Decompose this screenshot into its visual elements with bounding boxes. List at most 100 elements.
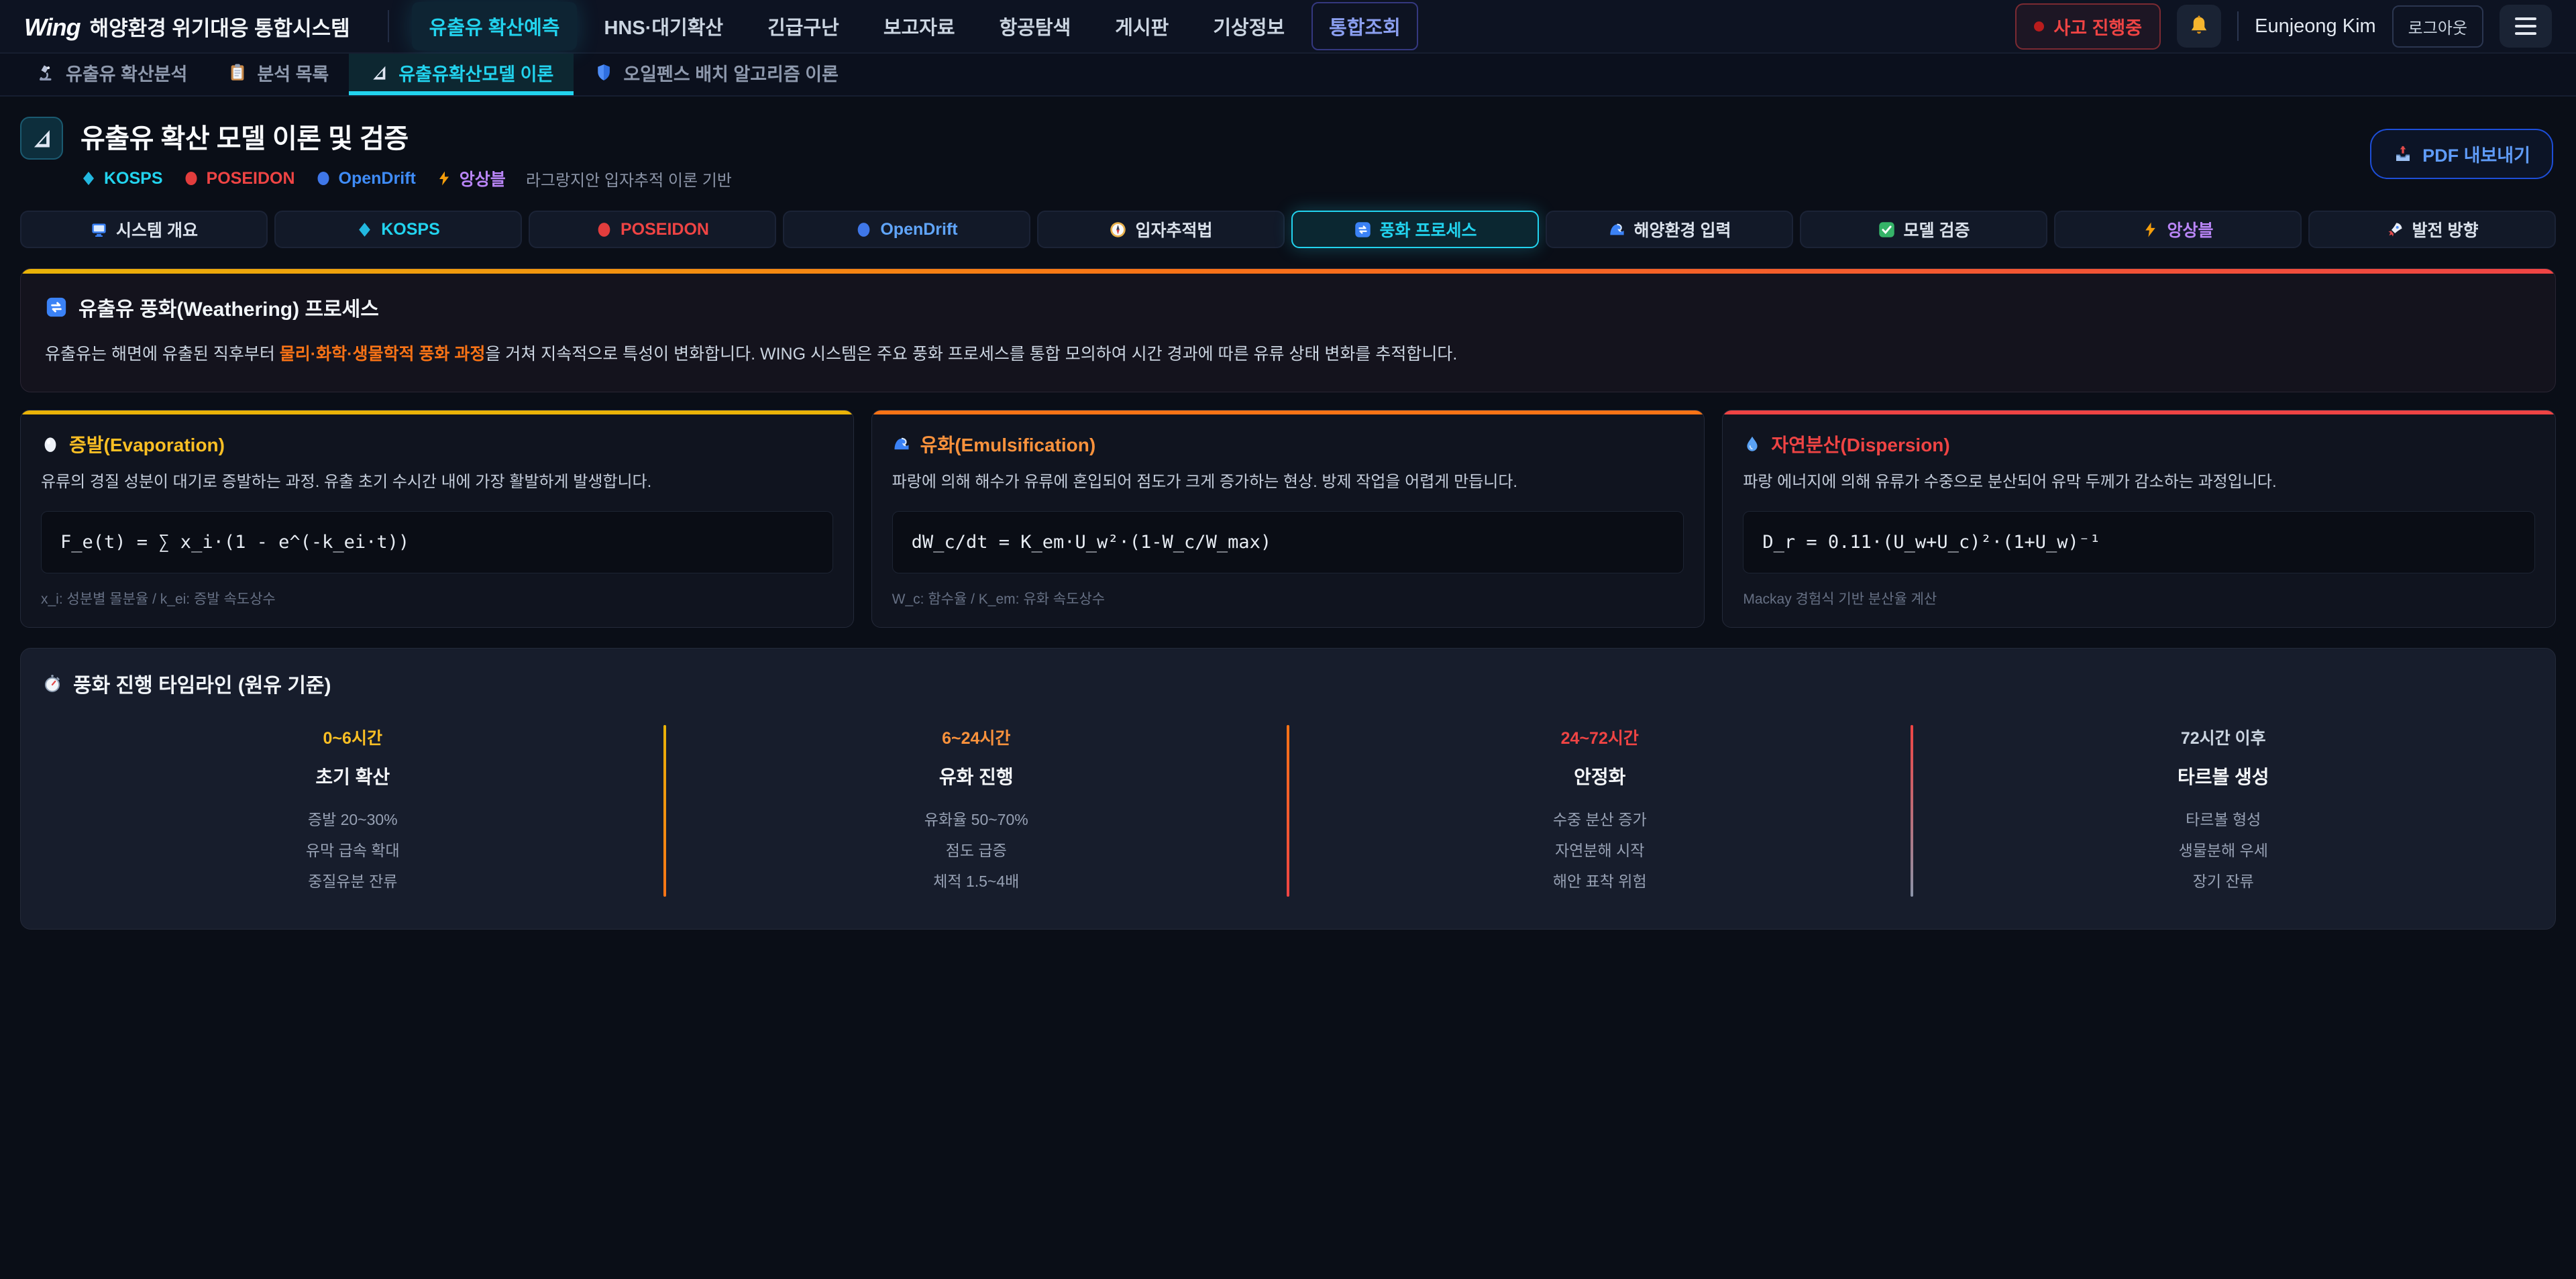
section-pill-marine-env-input[interactable]: 해양환경 입력	[1546, 211, 1793, 248]
bell-icon	[2187, 14, 2211, 38]
main-content: 유출유 확산 모델 이론 및 검증 KOSPS POSEIDON OpenDri…	[0, 97, 2576, 930]
user-name: Eunjeong Kim	[2255, 15, 2376, 38]
triangle-ruler-icon	[29, 125, 54, 151]
repeat-icon	[1354, 221, 1372, 239]
timeline-stage-tarball: 72시간 이후 타르볼 생성 타르볼 형성 생물분해 우세 장기 잔류	[1913, 725, 2534, 897]
stage-items: 수중 분산 증가 자연분해 시작 해안 표착 위험	[1289, 804, 1911, 897]
timeline-stage-stabilization: 24~72시간 안정화 수중 분산 증가 자연분해 시작 해안 표착 위험	[1289, 725, 1911, 897]
dispersion-note: Mackay 경험식 기반 분산율 계산	[1743, 588, 2535, 608]
weathering-section: 유출유 풍화(Weathering) 프로세스 유출유는 해면에 유출된 직후부…	[20, 268, 2556, 392]
nav-oil-spill-forecast[interactable]: 유출유 확산예측	[412, 2, 578, 50]
stage-items: 유화율 50~70% 점도 급증 체적 1.5~4배	[666, 804, 1287, 897]
emulsification-card: 유화(Emulsification) 파랑에 의해 해수가 유류에 혼입되어 점…	[871, 410, 1705, 628]
section-pill-ensemble[interactable]: 앙상블	[2054, 211, 2302, 248]
stage-time: 24~72시간	[1289, 725, 1911, 749]
pdf-export-button[interactable]: PDF 내보내기	[2370, 129, 2553, 179]
egg-icon	[41, 435, 60, 453]
evaporation-formula: F_e(t) = ∑ x_i·(1 - e^(-k_ei·t))	[41, 511, 833, 573]
evaporation-card-title: 증발(Evaporation)	[41, 431, 833, 457]
incident-dot-icon	[2034, 21, 2044, 32]
diamond-icon	[356, 221, 373, 238]
tab-oil-fence-algorithm-theory[interactable]: 오일펜스 배치 알고리즘 이론	[574, 54, 859, 95]
highlighted-phrase: 물리·화학·생물학적 풍화 과정	[280, 345, 486, 364]
section-pill-system-overview[interactable]: 시스템 개요	[20, 211, 268, 248]
emulsification-note: W_c: 함수율 / K_em: 유화 속도상수	[892, 588, 1684, 608]
section-pill-future-direction[interactable]: 발전 방향	[2308, 211, 2556, 248]
tab-label: 유출유 확산분석	[66, 60, 187, 86]
stage-time: 6~24시간	[666, 725, 1287, 749]
emulsification-card-title: 유화(Emulsification)	[892, 431, 1684, 457]
export-tray-icon	[2393, 144, 2413, 164]
kosps-badge: KOSPS	[80, 169, 163, 188]
diamond-icon	[80, 170, 97, 186]
app-title: 해양환경 위기대응 통합시스템	[90, 11, 350, 42]
stage-items: 타르볼 형성 생물분해 우세 장기 잔류	[1913, 804, 2534, 897]
evaporation-description: 유류의 경질 성분이 대기로 증발하는 과정. 유출 초기 수시간 내에 가장 …	[41, 471, 833, 494]
logo-wing-mark: Wing	[24, 13, 80, 42]
stage-time: 0~6시간	[42, 725, 663, 749]
menu-button[interactable]	[2500, 5, 2552, 48]
notifications-button[interactable]	[2177, 5, 2221, 48]
section-pill-weathering-process[interactable]: 풍화 프로세스	[1291, 211, 1539, 248]
logout-button[interactable]: 로그아웃	[2392, 5, 2483, 48]
nav-emergency-rescue[interactable]: 긴급구난	[750, 2, 857, 50]
tab-analysis-list[interactable]: 분석 목록	[207, 54, 349, 95]
stage-time: 72시간 이후	[1913, 725, 2534, 749]
timeline-title: 풍화 진행 타임라인 (원유 기준)	[42, 669, 2534, 698]
incident-status-badge[interactable]: 사고 진행중	[2015, 3, 2161, 50]
weathering-description: 유출유는 해면에 유출된 직후부터 물리·화학·생물학적 풍화 과정을 거쳐 지…	[45, 342, 2531, 368]
wave-icon	[1608, 221, 1626, 239]
page-icon-box	[20, 117, 63, 160]
stage-title: 유화 진행	[666, 763, 1287, 789]
sub-tabbar: 유출유 확산분석 분석 목록 유출유확산모델 이론 오일펜스 배치 알고리즘 이…	[0, 54, 2576, 97]
tab-label: 유출유확산모델 이론	[398, 60, 553, 86]
microscope-icon	[36, 62, 56, 82]
section-pill-poseidon[interactable]: POSEIDON	[529, 211, 776, 248]
check-icon	[1878, 221, 1896, 239]
emulsification-description: 파랑에 의해 해수가 유류에 혼입되어 점도가 크게 증가하는 현상. 방제 작…	[892, 471, 1684, 494]
dispersion-card-title: 자연분산(Dispersion)	[1743, 431, 2535, 457]
blue-circle-icon	[315, 170, 331, 186]
droplet-icon	[1743, 435, 1762, 453]
nav-integrated-search[interactable]: 통합조회	[1311, 2, 1418, 50]
weathering-timeline-section: 풍화 진행 타임라인 (원유 기준) 0~6시간 초기 확산 증발 20~30%…	[20, 648, 2556, 930]
compass-icon	[1109, 221, 1127, 239]
tab-label: 오일펜스 배치 알고리즘 이론	[623, 60, 839, 86]
tab-diffusion-model-theory[interactable]: 유출유확산모델 이론	[349, 54, 574, 95]
shield-icon	[594, 62, 614, 82]
weathering-section-title: 유출유 풍화(Weathering) 프로세스	[45, 292, 2531, 322]
lightning-icon	[436, 170, 452, 186]
page-title: 유출유 확산 모델 이론 및 검증	[80, 117, 732, 156]
app-logo: Wing 해양환경 위기대응 통합시스템	[24, 11, 350, 42]
dispersion-card: 자연분산(Dispersion) 파랑 에너지에 의해 유류가 수중으로 분산되…	[1722, 410, 2556, 628]
section-pill-particle-tracking[interactable]: 입자추적법	[1037, 211, 1285, 248]
main-nav: 유출유 확산예측 HNS·대기확산 긴급구난 보고자료 항공탐색 게시판 기상정…	[388, 10, 1997, 42]
timeline-stage-initial-spread: 0~6시간 초기 확산 증발 20~30% 유막 급속 확대 중질유분 잔류	[42, 725, 663, 897]
monitor-icon	[90, 221, 108, 239]
nav-reports[interactable]: 보고자료	[866, 2, 973, 50]
lightning-icon	[2142, 221, 2159, 238]
nav-board[interactable]: 게시판	[1097, 2, 1186, 50]
wave-icon	[892, 435, 911, 453]
gradient-top-border	[21, 269, 2555, 274]
red-circle-icon	[596, 221, 612, 238]
stopwatch-icon	[42, 673, 62, 693]
tab-spill-analysis[interactable]: 유출유 확산분석	[16, 54, 207, 95]
section-pill-kosps[interactable]: KOSPS	[274, 211, 522, 248]
nav-weather-info[interactable]: 기상정보	[1195, 2, 1302, 50]
page-title-block: 유출유 확산 모델 이론 및 검증 KOSPS POSEIDON OpenDri…	[80, 117, 732, 190]
incident-badge-label: 사고 진행중	[2053, 13, 2142, 40]
process-cards: 증발(Evaporation) 유류의 경질 성분이 대기로 증발하는 과정. …	[20, 410, 2556, 628]
header-right: 사고 진행중 Eunjeong Kim 로그아웃	[2015, 3, 2552, 50]
tab-label: 분석 목록	[257, 60, 329, 86]
opendrift-badge: OpenDrift	[315, 169, 416, 188]
section-pill-opendrift[interactable]: OpenDrift	[783, 211, 1030, 248]
section-pill-model-validation[interactable]: 모델 검증	[1800, 211, 2047, 248]
nav-aerial-search[interactable]: 항공탐색	[982, 2, 1089, 50]
model-badge-row: KOSPS POSEIDON OpenDrift 앙상블 라그랑지안 입자추적 …	[80, 166, 732, 190]
blue-circle-icon	[855, 221, 872, 238]
nav-hns-air-diffusion[interactable]: HNS·대기확산	[586, 2, 741, 50]
page-head: 유출유 확산 모델 이론 및 검증 KOSPS POSEIDON OpenDri…	[20, 117, 2556, 190]
hamburger-icon	[2515, 17, 2536, 35]
poseidon-badge: POSEIDON	[183, 169, 295, 188]
